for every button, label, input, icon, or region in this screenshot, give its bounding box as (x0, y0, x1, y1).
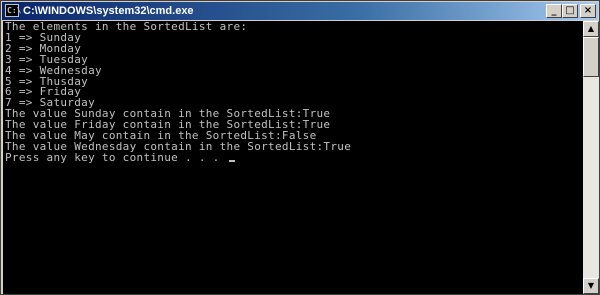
minimize-button[interactable]: _ (546, 4, 562, 18)
scroll-thumb[interactable] (583, 37, 599, 77)
scroll-down-button[interactable]: ▼ (583, 278, 599, 294)
close-button[interactable]: × (580, 4, 596, 18)
cmd-window: C:\ C:\WINDOWS\system32\cmd.exe _ □ × Th… (0, 0, 600, 295)
cmd-icon-glyph: C:\ (7, 6, 22, 15)
console-text: The elements in the SortedList are: 1 =>… (3, 21, 583, 164)
console-output[interactable]: The elements in the SortedList are: 1 =>… (3, 21, 583, 294)
maximize-button[interactable]: □ (562, 4, 578, 18)
console-prompt-line: Press any key to continue . . . (5, 150, 227, 164)
scroll-up-button[interactable]: ▲ (583, 21, 599, 37)
vertical-scrollbar[interactable]: ▲ ▼ (583, 21, 599, 294)
title-bar[interactable]: C:\ C:\WINDOWS\system32\cmd.exe _ □ × (2, 2, 598, 20)
text-cursor (228, 159, 235, 162)
window-title: C:\WINDOWS\system32\cmd.exe (23, 5, 194, 17)
cmd-icon[interactable]: C:\ (5, 4, 22, 17)
